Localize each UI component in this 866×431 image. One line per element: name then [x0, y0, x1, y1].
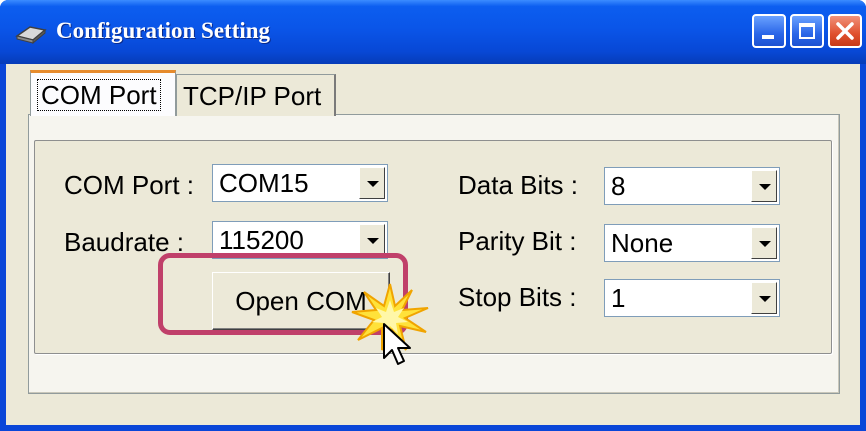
baudrate-value: 115200: [219, 225, 304, 255]
data-bits-select[interactable]: 8: [604, 167, 780, 205]
data-bits-value: 8: [611, 171, 626, 201]
chevron-down-icon[interactable]: [359, 167, 385, 199]
com-port-select[interactable]: COM15: [212, 164, 388, 202]
close-button[interactable]: [828, 14, 862, 48]
tab-label: COM Port: [37, 79, 161, 111]
minimize-icon: [762, 35, 774, 39]
minimize-button[interactable]: [752, 14, 786, 48]
modem-icon: [15, 26, 47, 44]
parity-bit-label: Parity Bit :: [458, 226, 577, 256]
data-bits-label: Data Bits :: [458, 170, 578, 200]
com-port-label: COM Port :: [64, 170, 195, 200]
tab-tcp-ip-port[interactable]: TCP/IP Port: [176, 74, 336, 116]
stop-bits-label: Stop Bits :: [458, 282, 577, 312]
chevron-down-icon[interactable]: [751, 282, 777, 314]
tab-label: TCP/IP Port: [183, 81, 322, 111]
close-icon: [836, 22, 854, 40]
maximize-button[interactable]: [790, 14, 824, 48]
title-bar[interactable]: Configuration Setting: [0, 0, 866, 64]
parity-bit-value: None: [611, 228, 674, 258]
configuration-window: Configuration Setting TCP/IP Port COM Po…: [0, 0, 866, 431]
stop-bits-select[interactable]: 1: [604, 279, 780, 317]
com-port-value: COM15: [219, 168, 309, 198]
tab-com-port[interactable]: COM Port: [30, 70, 176, 116]
chevron-down-icon[interactable]: [751, 170, 777, 202]
chevron-down-icon[interactable]: [751, 227, 777, 259]
arrow-cursor-icon: [383, 323, 411, 365]
maximize-icon: [799, 23, 815, 39]
chevron-down-icon[interactable]: [359, 224, 385, 256]
window-title: Configuration Setting: [56, 18, 271, 43]
stop-bits-value: 1: [611, 283, 626, 313]
parity-bit-select[interactable]: None: [604, 224, 780, 262]
